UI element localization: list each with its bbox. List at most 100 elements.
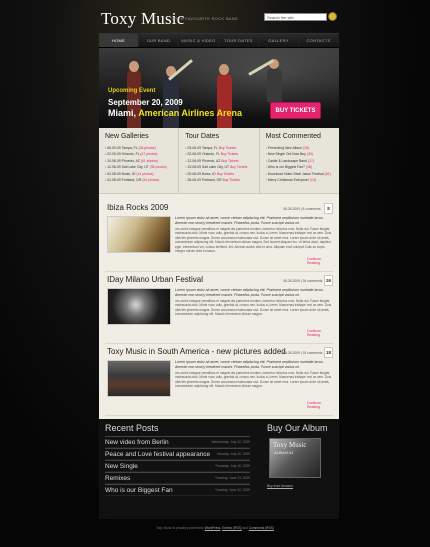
commented-title[interactable]: Who is our Biggest Fan? <box>268 165 305 169</box>
comment-count-badge[interactable]: 18 <box>324 347 333 358</box>
gallery-date: 12-08-09 <box>107 165 121 170</box>
gallery-place[interactable]: Portland, OR <box>122 178 142 182</box>
buy-tickets-button[interactable]: BUY TICKETS <box>270 102 321 119</box>
buy-tickets-link[interactable]: Buy Tickets <box>223 178 240 182</box>
commented-title[interactable]: New Single Out Now Buy <box>268 152 306 156</box>
buy-tickets-link[interactable]: Buy Tickets <box>230 165 247 169</box>
nav-our-band[interactable]: OUR BAND <box>139 34 179 47</box>
tour-place: Portland, OR <box>202 178 222 183</box>
recent-post-row[interactable]: Peace and Love festival appearance Monday… <box>105 448 250 460</box>
recent-post-row[interactable]: New Single Thursday, July 16, 2009 <box>105 460 250 472</box>
album-cover[interactable]: Toxy Music ALBUM #1 <box>269 438 321 478</box>
tour-date: 19-06-09 <box>187 165 202 170</box>
post-title[interactable]: Ibiza Rocks 2009 <box>107 203 168 212</box>
tour-date: 20-06-09 <box>187 171 202 176</box>
gallery-count[interactable]: (47 photos) <box>140 152 157 156</box>
post-image[interactable] <box>107 360 171 397</box>
continue-reading-link[interactable]: Continue Reading <box>307 329 333 337</box>
commented-title[interactable]: Castle & Landscape Band <box>268 159 307 163</box>
post-title[interactable]: Toxy Music in South America - new pictur… <box>107 347 286 356</box>
nav-tour-dates[interactable]: TOUR DATES <box>219 34 259 47</box>
recent-post-title[interactable]: New Single <box>105 463 138 470</box>
tour-place: Tampa, FL <box>201 146 218 150</box>
band-member-3 <box>217 74 232 128</box>
tour-date: 02-06-09 <box>187 152 202 157</box>
recent-post-row[interactable]: New video from Berlin Wednesday, July 22,… <box>105 436 250 448</box>
search-input[interactable]: Search the site <box>264 13 327 21</box>
tour-row: • 28-06-09 Portland, OR Buy Tickets <box>185 177 255 183</box>
entries-rss-link[interactable]: Entries (RSS) <box>222 526 241 530</box>
search-button[interactable] <box>328 12 337 21</box>
most-commented: Most Commented • Presenting New Album (2… <box>260 128 339 193</box>
recent-post-title[interactable]: New video from Berlin <box>105 439 169 446</box>
recent-post-row[interactable]: Who is our Biggest Fan Tuesday, June 02, … <box>105 484 250 496</box>
post-meta: 08-28-2009 | 26 comments <box>283 279 323 283</box>
content-panel: New Galleries • 06-09-09 Tampa, FL (26 p… <box>99 128 339 419</box>
gallery-count[interactable]: (61 photos) <box>141 159 158 163</box>
gallery-date: 24-08-09 <box>107 158 121 163</box>
gallery-row: • 12-08-09 Salt Lake City, UT (35 photos… <box>105 164 175 170</box>
post-title[interactable]: IDay Milano Urban Festival <box>107 275 203 284</box>
post-image[interactable] <box>107 216 171 253</box>
gallery-place[interactable]: Boise, ID <box>122 172 136 176</box>
post-body: um sociis natoque penatibus et magnis di… <box>175 227 332 254</box>
copyright-and: and <box>242 526 248 530</box>
copyright-text: Toxy Music is proudly powered by <box>156 526 204 530</box>
nav-gallery[interactable]: GALLERY <box>259 34 299 47</box>
new-galleries: New Galleries • 06-09-09 Tampa, FL (26 p… <box>99 128 180 193</box>
gallery-row: • 02-08-09 Portland, OR (54 photos) <box>105 177 175 183</box>
recent-post-date: Tuesday, June 23, 2009 <box>214 476 250 480</box>
post-image[interactable] <box>107 288 171 325</box>
info-columns: New Galleries • 06-09-09 Tampa, FL (26 p… <box>99 128 339 194</box>
buy-tickets-link[interactable]: Buy Tickets <box>221 159 238 163</box>
continue-reading-link[interactable]: Continue Reading <box>307 401 333 409</box>
buy-album-link[interactable]: Buy from Amazon <box>267 484 293 488</box>
band-member-3-head <box>219 64 229 75</box>
page-container: Toxy Music YOUR FAVOURITE ROCK BAND Sear… <box>99 0 339 519</box>
gallery-count[interactable]: (35 photos) <box>150 165 167 169</box>
commented-title[interactable]: Presenting New Album <box>268 146 302 150</box>
main-nav: HOME OUR BAND MUSIC & VIDEO TOUR DATES G… <box>99 33 339 48</box>
post-lead: Lorem ipsum dolor sit amet, conse ctetue… <box>175 288 324 297</box>
comment-count-badge[interactable]: 8 <box>324 203 333 214</box>
buy-tickets-link[interactable]: Buy Tickets <box>217 172 234 176</box>
recent-post-title[interactable]: Who is our Biggest Fan <box>105 487 173 494</box>
post-body: um sociis natoque penatibus et magnis di… <box>175 299 332 317</box>
gallery-place[interactable]: Tampa, FL <box>122 146 138 150</box>
commented-count: (34) <box>306 152 313 157</box>
tour-place: Boise, ID <box>202 171 216 176</box>
event-banner: Upcoming Event September 20, 2009 Miami,… <box>99 48 339 128</box>
recent-post-row[interactable]: Remixes Tuesday, June 23, 2009 <box>105 472 250 484</box>
post-meta: 08-28-2009 | 8 comments <box>283 207 321 211</box>
recent-post-title[interactable]: Peace and Love festival appearance <box>105 451 210 458</box>
comment-count-badge[interactable]: 26 <box>324 275 333 286</box>
gallery-count[interactable]: (54 photos) <box>142 178 159 182</box>
nav-music-video[interactable]: MUSIC & VIDEO <box>179 34 219 47</box>
recent-post-date: Tuesday, June 02, 2009 <box>214 488 250 492</box>
gallery-place[interactable]: Phoenix, AZ <box>122 159 140 163</box>
buy-tickets-link[interactable]: Buy Tickets <box>219 146 236 150</box>
gallery-count[interactable]: (14 photos) <box>136 172 153 176</box>
gallery-place[interactable]: Salt Lake City, UT <box>122 165 149 169</box>
nav-home[interactable]: HOME <box>99 34 139 47</box>
wordpress-link[interactable]: WordPress <box>205 526 221 530</box>
most-commented-title: Most Commented <box>265 133 321 140</box>
recent-post-date: Monday, July 20, 2009 <box>217 452 250 456</box>
buy-tickets-link[interactable]: Buy Tickets <box>221 152 238 156</box>
tour-date: 12-06-09 <box>187 158 202 163</box>
new-galleries-title: New Galleries <box>105 133 149 140</box>
gallery-date: 02-09-09 <box>107 152 121 157</box>
tour-date: 03-06-09 <box>187 146 202 150</box>
nav-contacts[interactable]: CONTACTS <box>299 34 339 47</box>
band-member-1-head <box>129 61 139 72</box>
footer-panel: Recent Posts New video from Berlin Wednes… <box>99 419 339 519</box>
commented-title[interactable]: Merry Christmas Everyone! <box>268 178 309 182</box>
continue-reading-link[interactable]: Continue Reading <box>307 257 333 265</box>
comments-rss-link[interactable]: Comments (RSS) <box>249 526 274 530</box>
commented-title[interactable]: Download Video Steel Jason Festival <box>268 172 324 176</box>
gallery-count[interactable]: (26 photos) <box>138 146 155 150</box>
recent-post-title[interactable]: Remixes <box>105 475 130 482</box>
event-place: Miami, American Airlines Arena <box>108 108 242 118</box>
gallery-place[interactable]: Orlando, FL <box>122 152 140 156</box>
buy-album-title: Buy Our Album <box>267 423 328 433</box>
